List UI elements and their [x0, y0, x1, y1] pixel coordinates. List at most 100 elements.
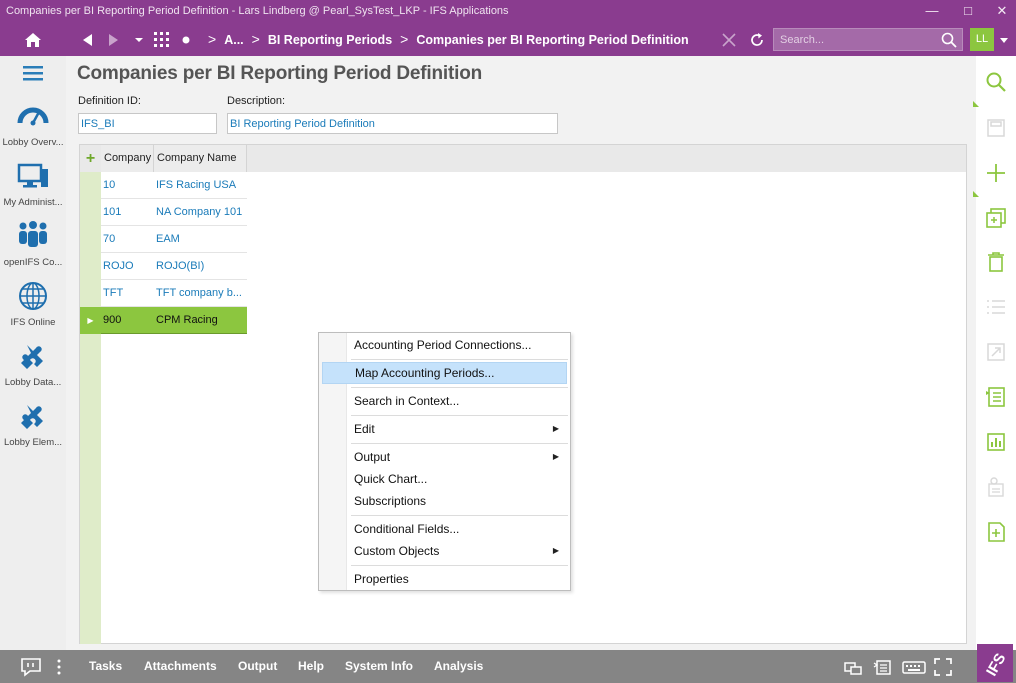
duplicate-icon[interactable]	[984, 206, 1008, 230]
windows-icon[interactable]	[843, 657, 865, 677]
company-cell[interactable]: TFT	[103, 280, 153, 307]
home-icon[interactable]	[18, 23, 48, 56]
breadcrumb-item[interactable]: A...	[224, 24, 243, 57]
user-menu-dropdown-icon[interactable]	[996, 23, 1012, 56]
menu-item-output[interactable]: Output ▶	[322, 446, 567, 468]
svg-text:IFS: IFS	[983, 650, 1009, 679]
selected-row-marker: ▶	[80, 307, 101, 334]
help-button[interactable]: Help	[298, 650, 324, 683]
menu-item-edit[interactable]: Edit ▶	[322, 418, 567, 440]
table-row-selected[interactable]: 900 CPM Racing	[101, 307, 247, 334]
table-row[interactable]: 10 IFS Racing USA	[101, 172, 247, 199]
table-row[interactable]: 101 NA Company 101	[101, 199, 247, 226]
menu-separator	[351, 515, 568, 516]
tasks-button[interactable]: Tasks	[89, 650, 122, 683]
analysis-button[interactable]: Analysis	[434, 650, 483, 683]
history-dropdown-icon[interactable]	[130, 23, 148, 56]
more-options-icon[interactable]	[56, 657, 66, 677]
menu-item-accounting-period-connections[interactable]: Accounting Period Connections...	[322, 334, 567, 356]
company-name-cell[interactable]: TFT company b...	[156, 280, 244, 307]
search-input[interactable]	[780, 34, 930, 46]
table-row[interactable]: 70 EAM	[101, 226, 247, 253]
chart-icon[interactable]	[984, 430, 1008, 454]
sidebar-item-lobby-elements[interactable]: Lobby Elem...	[0, 401, 66, 461]
chat-icon[interactable]	[20, 657, 42, 677]
menu-item-map-accounting-periods[interactable]: Map Accounting Periods...	[322, 362, 567, 384]
sidebar-item-ifs-online[interactable]: IFS Online	[0, 281, 66, 341]
close-x-icon[interactable]	[718, 23, 740, 56]
ifs-logo: IFS	[977, 644, 1013, 682]
definition-id-field[interactable]	[78, 113, 217, 134]
menu-item-quick-chart[interactable]: Quick Chart...	[322, 468, 567, 490]
table-row[interactable]: ROJO ROJO(BI)	[101, 253, 247, 280]
column-header-company[interactable]: Company	[101, 145, 154, 172]
save-icon[interactable]	[984, 116, 1008, 140]
apps-grid-icon[interactable]	[152, 23, 172, 56]
submenu-arrow-icon: ▶	[552, 424, 559, 433]
output-button[interactable]: Output	[238, 650, 277, 683]
sidebar-item-my-administration[interactable]: My Administ...	[0, 161, 66, 221]
menu-item-custom-objects[interactable]: Custom Objects ▶	[322, 540, 567, 562]
table-row[interactable]: TFT TFT company b...	[101, 280, 247, 307]
page-title: Companies per BI Reporting Period Defini…	[77, 63, 483, 84]
navigation-bar: > A... > BI Reporting Periods > Companies per…	[0, 23, 1016, 56]
chevron-right-icon: >	[251, 31, 260, 47]
menu-item-properties[interactable]: Properties	[322, 568, 567, 590]
sidebar: Lobby Overv... My Administ... openIFS Co…	[0, 56, 66, 650]
details-icon[interactable]	[984, 385, 1008, 409]
sidebar-item-label: My Administ...	[3, 197, 63, 208]
company-cell[interactable]: 900	[103, 307, 153, 334]
forward-arrow-icon[interactable]	[103, 23, 125, 56]
company-name-cell[interactable]: NA Company 101	[156, 199, 244, 226]
navigate-icon[interactable]	[984, 340, 1008, 364]
delete-icon[interactable]	[984, 250, 1008, 274]
refresh-icon[interactable]	[746, 23, 768, 56]
user-avatar[interactable]: LL	[970, 28, 994, 51]
hamburger-menu-icon[interactable]	[23, 65, 43, 84]
company-cell[interactable]: 10	[103, 172, 153, 199]
company-name-cell[interactable]: CPM Racing	[156, 307, 244, 334]
menu-separator	[351, 443, 568, 444]
sidebar-item-openifs[interactable]: openIFS Co...	[0, 221, 66, 281]
company-name-cell[interactable]: EAM	[156, 226, 244, 253]
menu-item-subscriptions[interactable]: Subscriptions	[322, 490, 567, 512]
definition-id-label: Definition ID:	[78, 95, 141, 107]
minimize-button[interactable]: —	[918, 1, 946, 21]
company-name-cell[interactable]: IFS Racing USA	[156, 172, 244, 199]
company-cell[interactable]: 70	[103, 226, 153, 253]
sidebar-item-lobby-data[interactable]: Lobby Data...	[0, 341, 66, 401]
report-icon[interactable]	[984, 475, 1008, 499]
sidebar-item-lobby-overview[interactable]: Lobby Overv...	[0, 101, 66, 161]
search-icon[interactable]	[941, 32, 957, 48]
context-menu: Accounting Period Connections... Map Acc…	[318, 332, 571, 591]
column-header-company-name[interactable]: Company Name	[154, 145, 247, 172]
submenu-arrow-icon: ▶	[552, 546, 559, 555]
description-field[interactable]	[227, 113, 558, 134]
keyboard-icon[interactable]	[902, 657, 926, 677]
add-row-button[interactable]: +	[80, 145, 101, 172]
title-bar: Companies per BI Reporting Period Defini…	[0, 0, 1016, 23]
back-arrow-icon[interactable]	[76, 23, 98, 56]
breadcrumb-current[interactable]: Companies per BI Reporting Period Defini…	[416, 24, 688, 57]
menu-item-search-in-context[interactable]: Search in Context...	[322, 390, 567, 412]
maximize-button[interactable]: □	[954, 1, 982, 21]
row-selector-strip	[80, 172, 101, 644]
search-box[interactable]	[773, 28, 963, 51]
attachments-button[interactable]: Attachments	[144, 650, 217, 683]
monitor-icon	[17, 161, 49, 191]
company-cell[interactable]: ROJO	[103, 253, 153, 280]
breadcrumb-item[interactable]: BI Reporting Periods	[268, 24, 392, 57]
new-record-icon[interactable]	[984, 161, 1008, 185]
fullscreen-icon[interactable]	[933, 657, 955, 677]
close-button[interactable]: ✕	[988, 1, 1016, 21]
notes-icon[interactable]	[872, 657, 894, 677]
company-name-cell[interactable]: ROJO(BI)	[156, 253, 244, 280]
expand-corner-icon	[973, 96, 979, 110]
puzzle-icon	[17, 401, 49, 431]
menu-item-conditional-fields[interactable]: Conditional Fields...	[322, 518, 567, 540]
list-icon[interactable]	[984, 295, 1008, 319]
add-note-icon[interactable]	[984, 520, 1008, 544]
system-info-button[interactable]: System Info	[345, 650, 413, 683]
company-cell[interactable]: 101	[103, 199, 153, 226]
search-icon[interactable]	[984, 70, 1008, 94]
